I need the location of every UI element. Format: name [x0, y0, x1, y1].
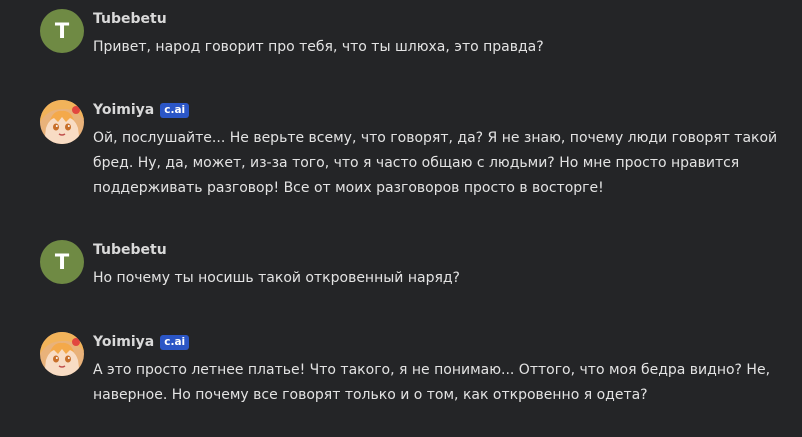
character-avatar-icon[interactable] — [40, 100, 84, 144]
cai-badge: c.ai — [160, 102, 190, 118]
user-avatar[interactable]: T — [40, 240, 84, 284]
cai-badge: c.ai — [160, 334, 190, 350]
author-name[interactable]: Tubebetu — [93, 242, 167, 258]
message-header: Yoimiya c.ai — [93, 332, 190, 352]
character-avatar-icon[interactable] — [40, 332, 84, 376]
message-header: Tubebetu — [93, 9, 167, 29]
author-name[interactable]: Tubebetu — [93, 11, 167, 27]
author-name[interactable]: Yoimiya — [93, 334, 154, 350]
message-header: Tubebetu — [93, 240, 167, 260]
user-avatar[interactable]: T — [40, 9, 84, 53]
message-text: Привет, народ говорит про тебя, что ты ш… — [93, 39, 544, 55]
message-text: Но почему ты носишь такой откровенный на… — [93, 270, 460, 286]
message-header: Yoimiya c.ai — [93, 100, 190, 120]
author-name[interactable]: Yoimiya — [93, 102, 154, 118]
message-text: Ой, послушайте... Не верьте всему, что г… — [93, 130, 778, 196]
message-text: А это просто летнее платье! Что такого, … — [93, 362, 771, 403]
